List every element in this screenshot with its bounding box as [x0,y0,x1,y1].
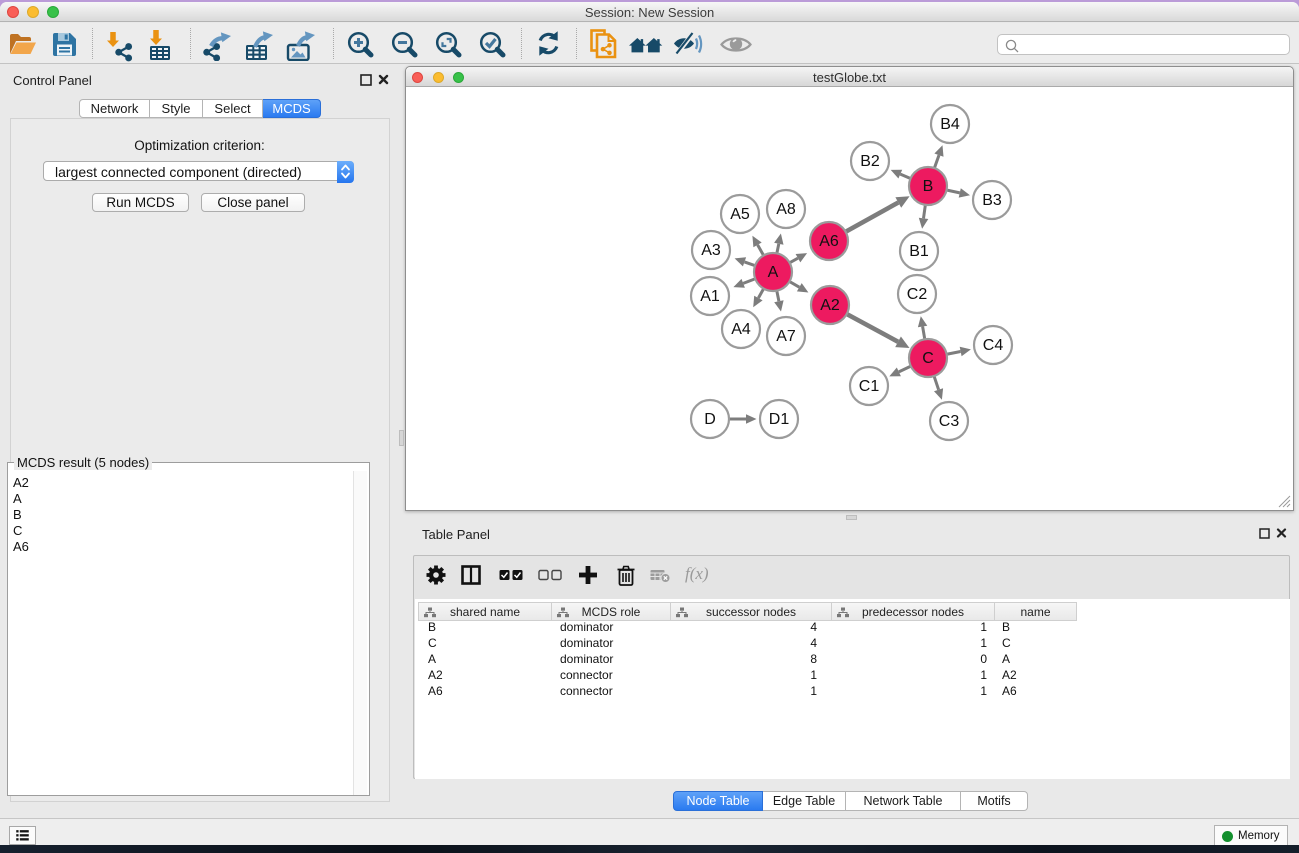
svg-text:D: D [704,411,716,428]
svg-text:A: A [768,264,779,281]
svg-text:A8: A8 [776,201,796,218]
svg-text:B2: B2 [860,153,880,170]
svg-text:A5: A5 [730,206,750,223]
svg-text:A2: A2 [820,297,840,314]
svg-text:C2: C2 [907,286,928,303]
svg-text:B3: B3 [982,192,1002,209]
svg-text:B: B [923,178,934,195]
svg-text:C: C [922,350,934,367]
svg-text:C1: C1 [859,378,880,395]
svg-text:A6: A6 [819,233,839,250]
svg-text:C4: C4 [983,337,1004,354]
svg-text:A3: A3 [701,242,721,259]
svg-text:C3: C3 [939,413,960,430]
svg-text:D1: D1 [769,411,790,428]
svg-text:A4: A4 [731,321,751,338]
svg-text:A7: A7 [776,328,796,345]
svg-text:B1: B1 [909,243,929,260]
svg-text:A1: A1 [700,288,720,305]
svg-text:B4: B4 [940,116,960,133]
